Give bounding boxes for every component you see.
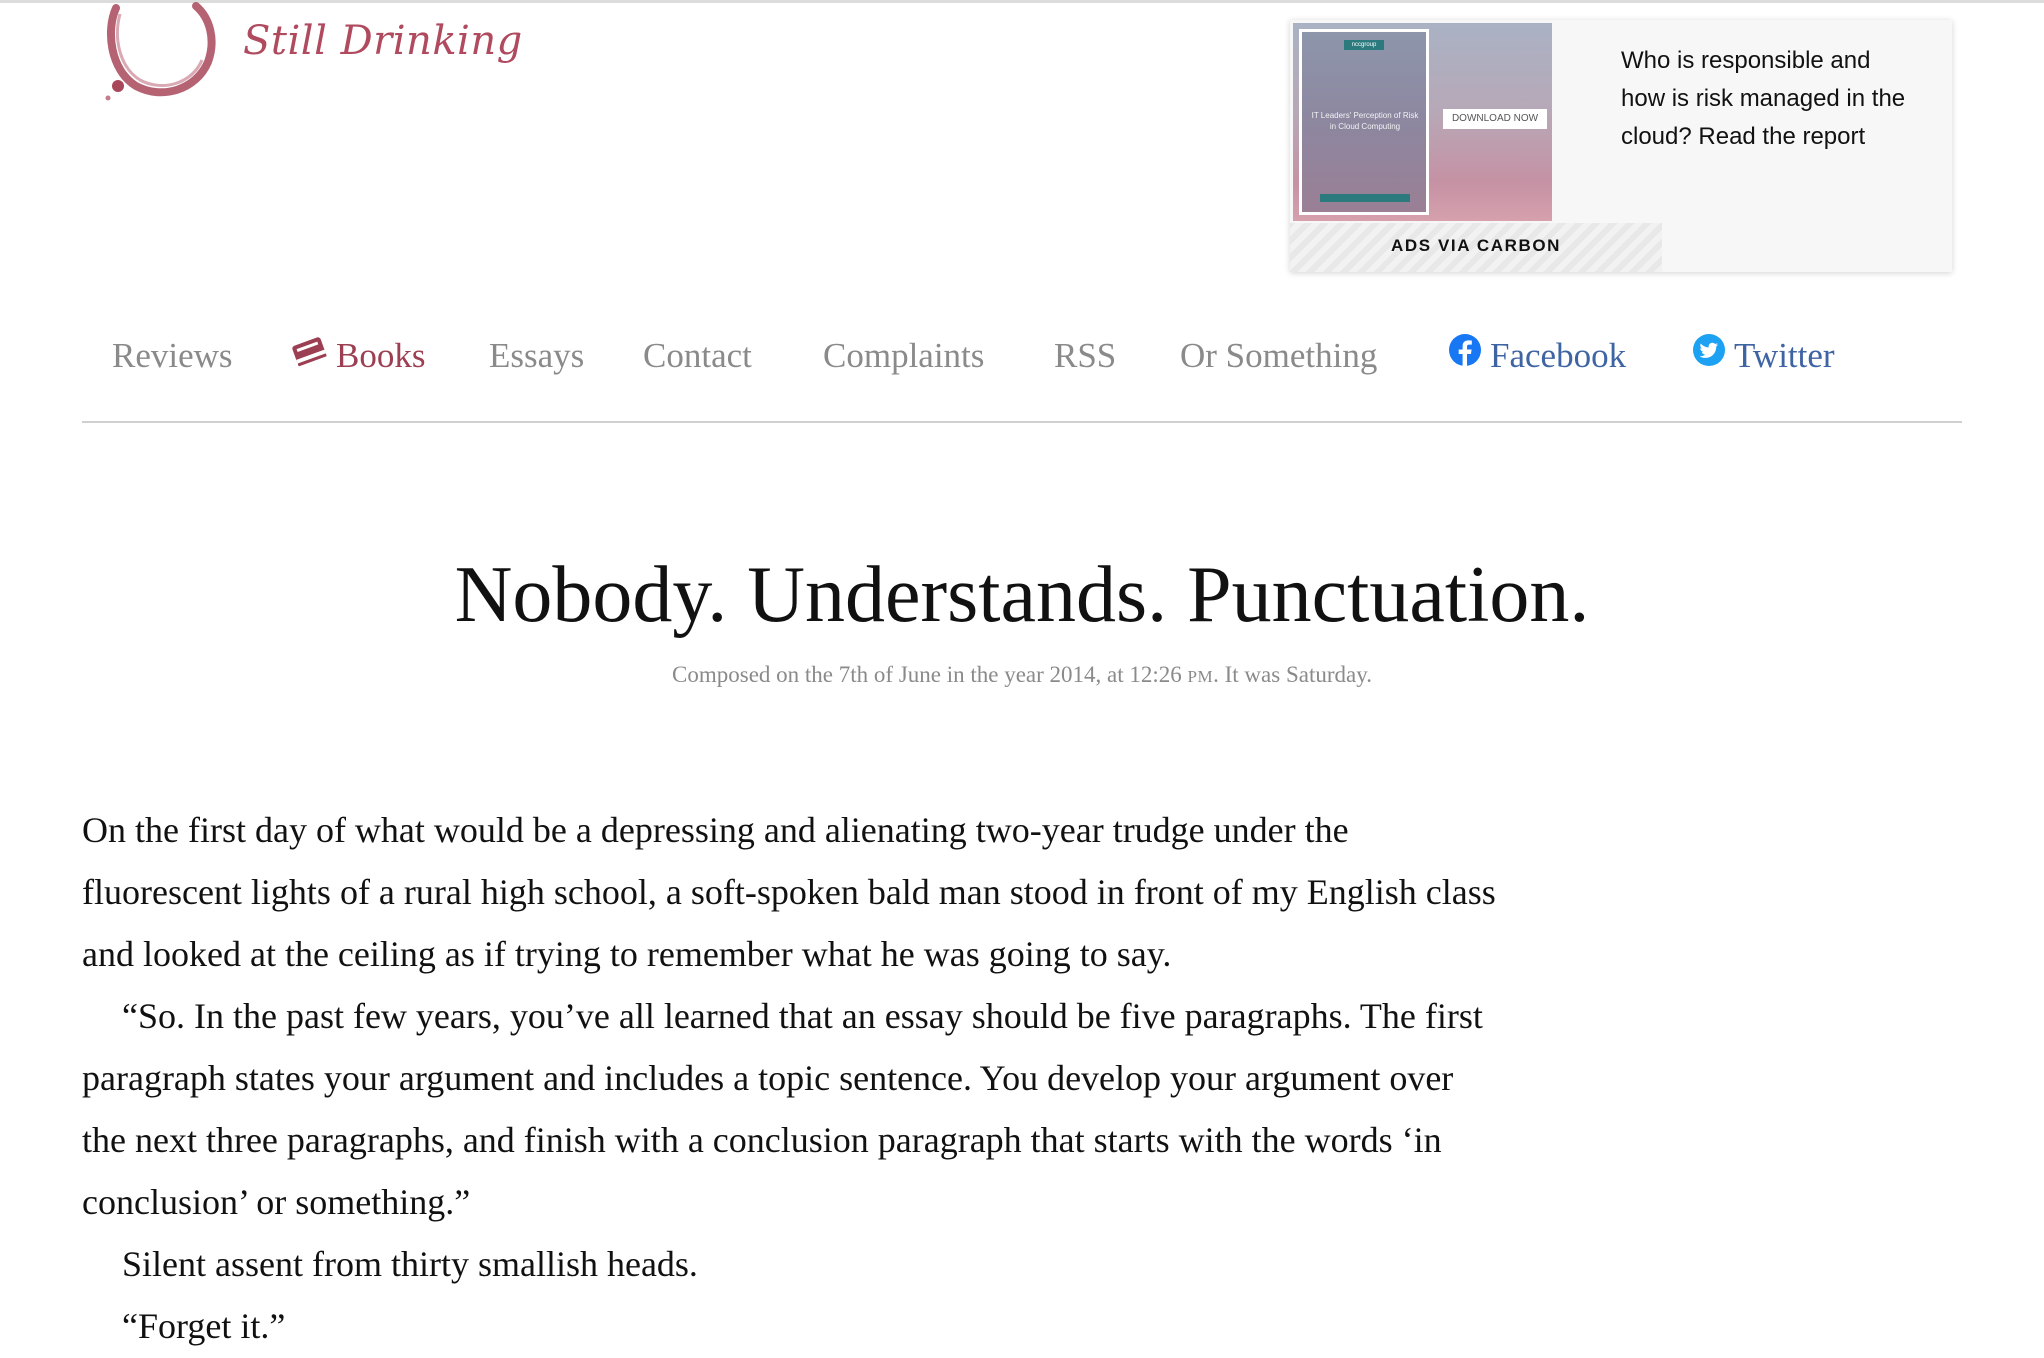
nav-essays[interactable]: Essays [489,330,584,382]
logo-text: Still Drinking [243,18,523,64]
nav-facebook-label: Facebook [1490,336,1627,375]
nav-facebook[interactable]: Facebook [1448,330,1626,382]
meta-time-suffix: PM [1187,667,1214,686]
twitter-icon [1692,330,1726,382]
carbon-ad: nccgroup IT Leaders' Perception of Risk … [1290,20,1952,272]
nav-or-something[interactable]: Or Something [1180,330,1377,382]
main-nav: Reviews Books Essays Contact Complaints … [0,330,2044,382]
article-body: On the first day of what would be a depr… [82,799,1502,1357]
ad-book-cover: nccgroup IT Leaders' Perception of Risk … [1299,29,1429,215]
article-meta: Composed on the 7th of June in the year … [82,662,1962,688]
meta-day: . It was Saturday. [1213,662,1372,687]
meta-date: Composed on the 7th of June in the year … [672,662,1182,687]
nav-divider [82,421,1962,423]
nav-books-label: Books [336,336,426,375]
ad-brand-label: nccgroup [1344,40,1384,50]
ad-text-link[interactable]: Who is responsible and how is risk manag… [1621,42,1921,156]
article-title: Nobody. Understands. Punctuation. [454,551,1590,639]
nav-twitter-label: Twitter [1734,336,1835,375]
wine-stain-logo-icon [105,2,216,101]
nav-complaints[interactable]: Complaints [823,330,984,382]
nav-books[interactable]: Books [290,330,425,382]
facebook-icon [1448,330,1482,382]
nav-rss[interactable]: RSS [1054,330,1116,382]
article-paragraph: Silent assent from thirty smallish heads… [122,1244,698,1284]
site-logo[interactable]: Still Drinking [96,0,522,110]
book-icon [290,330,328,382]
ad-book-title: IT Leaders' Perception of Risk in Cloud … [1311,111,1419,131]
article-paragraph: “Forget it.” [122,1306,286,1346]
ad-image[interactable]: nccgroup IT Leaders' Perception of Risk … [1293,23,1552,221]
ads-via-carbon-link[interactable]: ADS VIA CARBON [1290,223,1662,272]
ad-book-bar [1320,194,1410,202]
nav-contact[interactable]: Contact [643,330,752,382]
article-paragraph: On the first day of what would be a depr… [82,810,1496,974]
ad-download-button: DOWNLOAD NOW [1443,109,1547,129]
nav-twitter[interactable]: Twitter [1692,330,1835,382]
article-paragraph: “So. In the past few years, you’ve all l… [82,996,1483,1222]
nav-reviews[interactable]: Reviews [112,330,233,382]
